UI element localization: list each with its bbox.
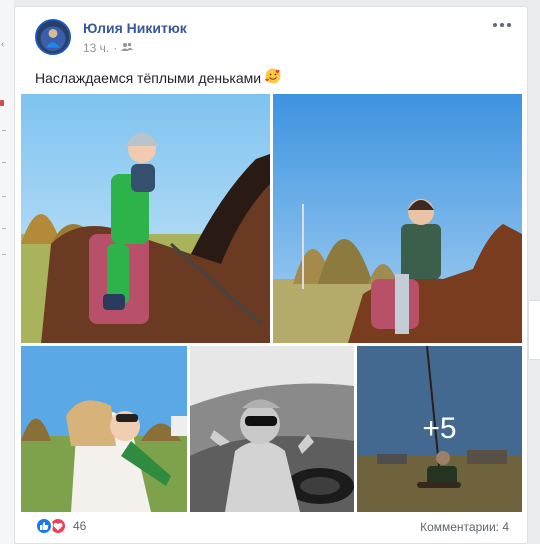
- post-footer: 46 Комментарии: 4: [15, 511, 527, 543]
- sidebar-divider: [2, 196, 6, 197]
- meta-separator: ·: [113, 41, 118, 55]
- sidebar-divider: [2, 228, 6, 229]
- friends-icon[interactable]: [121, 41, 134, 55]
- dot-icon: [500, 23, 504, 27]
- dot-icon: [507, 23, 511, 27]
- sidebar-divider: [2, 254, 6, 255]
- post-text: Наслаждаемся тёплыми деньками: [35, 68, 281, 87]
- notification-dot: [0, 100, 4, 106]
- comments-count-link[interactable]: Комментарии: 4: [420, 520, 509, 534]
- post-photo-4[interactable]: [190, 346, 354, 512]
- more-options-button[interactable]: [491, 17, 513, 33]
- author-name-link[interactable]: Юлия Никитюк: [83, 20, 187, 36]
- right-sidebar-edge: [528, 0, 540, 544]
- right-panel-fragment: [528, 300, 540, 360]
- post-caption: Наслаждаемся тёплыми деньками: [35, 69, 262, 86]
- post-photo-2[interactable]: [273, 94, 522, 343]
- dot-icon: [493, 23, 497, 27]
- reaction-count: 46: [73, 519, 87, 533]
- more-photos-overlay[interactable]: +5: [357, 346, 522, 512]
- post-photo-5[interactable]: +5: [357, 346, 522, 512]
- post-photo-1[interactable]: [21, 94, 270, 343]
- smiling-face-with-hearts-icon: [265, 68, 281, 87]
- chevron-left-icon[interactable]: ‹: [1, 38, 13, 52]
- like-reaction-icon: [35, 517, 53, 535]
- post-timestamp[interactable]: 13 ч.: [83, 41, 109, 55]
- sidebar-divider: [2, 130, 6, 131]
- avatar[interactable]: [35, 19, 71, 55]
- left-sidebar-edge: ‹: [0, 0, 14, 544]
- sidebar-divider: [2, 162, 6, 163]
- page: ‹ Юлия Никитюк 13 ч. · Наслаждаемся тёпл…: [0, 0, 540, 544]
- post-meta: 13 ч. ·: [83, 41, 134, 55]
- post-card: Юлия Никитюк 13 ч. · Наслаждаемся тёплым…: [14, 6, 528, 544]
- reactions-summary[interactable]: 46: [35, 517, 86, 535]
- post-photo-3[interactable]: [21, 346, 187, 512]
